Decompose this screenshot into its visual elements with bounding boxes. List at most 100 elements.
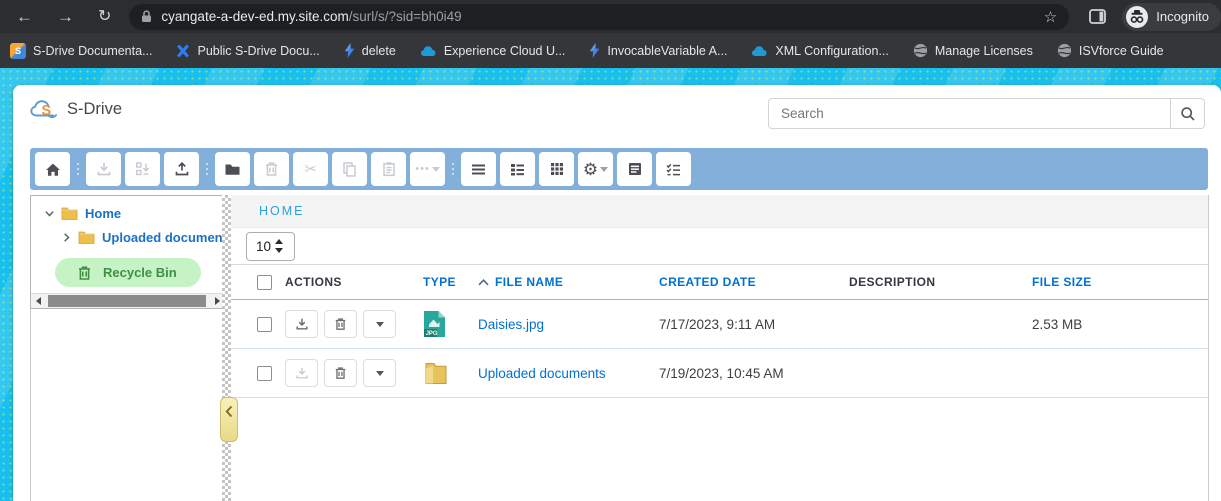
search-icon [1180, 106, 1196, 122]
forward-icon[interactable]: → [57, 8, 74, 25]
header-created-date[interactable]: CREATED DATE [659, 275, 849, 289]
refresh-icon[interactable]: ↻ [98, 9, 111, 25]
grid-view-button[interactable] [539, 152, 574, 186]
breadcrumb-home-link[interactable]: HOME [259, 204, 305, 218]
spinner-down-icon[interactable] [275, 248, 283, 253]
collapse-panel-handle[interactable] [220, 397, 238, 442]
trash-icon [77, 265, 92, 281]
list-view-button[interactable] [461, 152, 496, 186]
toolbar-separator [449, 163, 457, 175]
detail-list-view-button[interactable] [500, 152, 535, 186]
scroll-left-button[interactable] [31, 294, 46, 308]
select-all-checkbox[interactable] [257, 275, 272, 290]
blue-x-icon [176, 44, 190, 58]
checklist-button[interactable] [656, 152, 691, 186]
paste-button[interactable] [371, 152, 406, 186]
table-header-row: ACTIONS TYPE FILE NAME CREATED DATE DESC… [231, 265, 1208, 300]
file-name-link[interactable]: Daisies.jpg [478, 317, 544, 332]
toolbar-separator [74, 163, 82, 175]
header-file-name-label: FILE NAME [495, 275, 563, 289]
card-view-icon [628, 162, 642, 176]
tree-item-home[interactable]: Home [31, 201, 225, 225]
row-actions [285, 359, 423, 387]
bookmark-label: delete [362, 44, 396, 58]
page-size-input[interactable] [247, 238, 273, 255]
trash-icon [334, 366, 347, 380]
bookmark-manage-licenses[interactable]: Manage Licenses [913, 43, 1033, 58]
browser-toolbar: ← → ↻ cyangate-a-dev-ed.my.site.com/surl… [0, 0, 1221, 33]
new-folder-button[interactable] [215, 152, 250, 186]
delete-button[interactable] [254, 152, 289, 186]
globe-icon [1057, 43, 1072, 58]
incognito-label: Incognito [1156, 9, 1209, 24]
row-download-button[interactable] [285, 310, 318, 338]
bookmark-delete[interactable]: delete [344, 43, 396, 58]
more-button[interactable]: ••• [410, 152, 445, 186]
bookmark-sdrive-documentation[interactable]: S S-Drive Documenta... [10, 43, 152, 59]
bookmark-isvforce-guide[interactable]: ISVforce Guide [1057, 43, 1164, 58]
gear-icon: ⚙ [583, 161, 598, 178]
bookmark-public-sdrive-docs[interactable]: Public S-Drive Docu... [176, 44, 319, 58]
header-file-size[interactable]: FILE SIZE [1032, 275, 1208, 289]
row-more-button[interactable] [363, 359, 396, 387]
salesforce-cloud-icon [420, 45, 437, 57]
row-checkbox[interactable] [257, 366, 272, 381]
row-download-button[interactable] [285, 359, 318, 387]
file-size-cell: 2.53 MB [1032, 317, 1208, 332]
download-icon [96, 161, 112, 177]
bookmark-invocablevariable[interactable]: InvocableVariable A... [589, 43, 727, 58]
download-button[interactable] [86, 152, 121, 186]
incognito-icon [1126, 6, 1148, 28]
address-bar[interactable]: cyangate-a-dev-ed.my.site.com/surl/s/?si… [129, 4, 1069, 30]
header-file-name[interactable]: FILE NAME [478, 275, 659, 289]
scrollbar-thumb[interactable] [48, 295, 206, 307]
list-view-icon [471, 163, 486, 176]
back-icon[interactable]: ← [16, 8, 33, 25]
row-more-button[interactable] [363, 310, 396, 338]
page-title: S-Drive [67, 100, 122, 119]
flow-bolt-icon [589, 43, 600, 58]
more-icon: ••• [415, 163, 430, 175]
file-name-link[interactable]: Uploaded documents [478, 366, 606, 381]
upload-button[interactable] [164, 152, 199, 186]
header-type[interactable]: TYPE [423, 275, 478, 289]
copy-icon [342, 161, 357, 177]
side-panel-icon[interactable] [1089, 9, 1106, 24]
row-delete-button[interactable] [324, 310, 357, 338]
spinner-arrows [275, 239, 283, 253]
panel-splitter[interactable] [222, 195, 231, 501]
star-icon[interactable]: ☆ [1044, 8, 1057, 26]
row-checkbox[interactable] [257, 317, 272, 332]
detail-list-view-icon [510, 163, 525, 176]
svg-text:JPG: JPG [426, 331, 438, 337]
search-box [768, 98, 1205, 129]
cut-button[interactable]: ✂ [293, 152, 328, 186]
grid-view-icon [550, 162, 564, 176]
recycle-bin-button[interactable]: Recycle Bin [55, 258, 201, 287]
bookmark-xml-configuration[interactable]: XML Configuration... [751, 44, 888, 58]
download-icon [295, 366, 309, 380]
spinner-up-icon[interactable] [275, 239, 283, 244]
settings-button[interactable]: ⚙ [578, 152, 613, 186]
lock-icon [141, 10, 152, 23]
table-row: JPG Daisies.jpg 7/17/2023, 9:11 AM 2.53 … [231, 300, 1208, 349]
search-button[interactable] [1170, 99, 1204, 128]
search-input[interactable] [769, 99, 1170, 128]
home-button[interactable] [35, 152, 70, 186]
chevron-right-icon[interactable] [61, 232, 72, 243]
checklist-icon [666, 163, 681, 176]
browser-window: ← → ↻ cyangate-a-dev-ed.my.site.com/surl… [0, 0, 1221, 501]
chevron-down-icon [432, 167, 440, 172]
bookmark-experience-cloud[interactable]: Experience Cloud U... [420, 44, 566, 58]
tree-item-uploaded-documents[interactable]: Uploaded documents [31, 225, 225, 249]
copy-button[interactable] [332, 152, 367, 186]
bulk-download-button[interactable] [125, 152, 160, 186]
page-size-spinner [246, 232, 295, 261]
tree-horizontal-scrollbar[interactable] [31, 293, 225, 308]
paste-icon [382, 161, 396, 177]
chevron-down-icon[interactable] [44, 208, 55, 219]
jpg-file-icon: JPG [423, 310, 446, 338]
row-delete-button[interactable] [324, 359, 357, 387]
card-view-button[interactable] [617, 152, 652, 186]
incognito-badge[interactable]: Incognito [1122, 3, 1221, 31]
